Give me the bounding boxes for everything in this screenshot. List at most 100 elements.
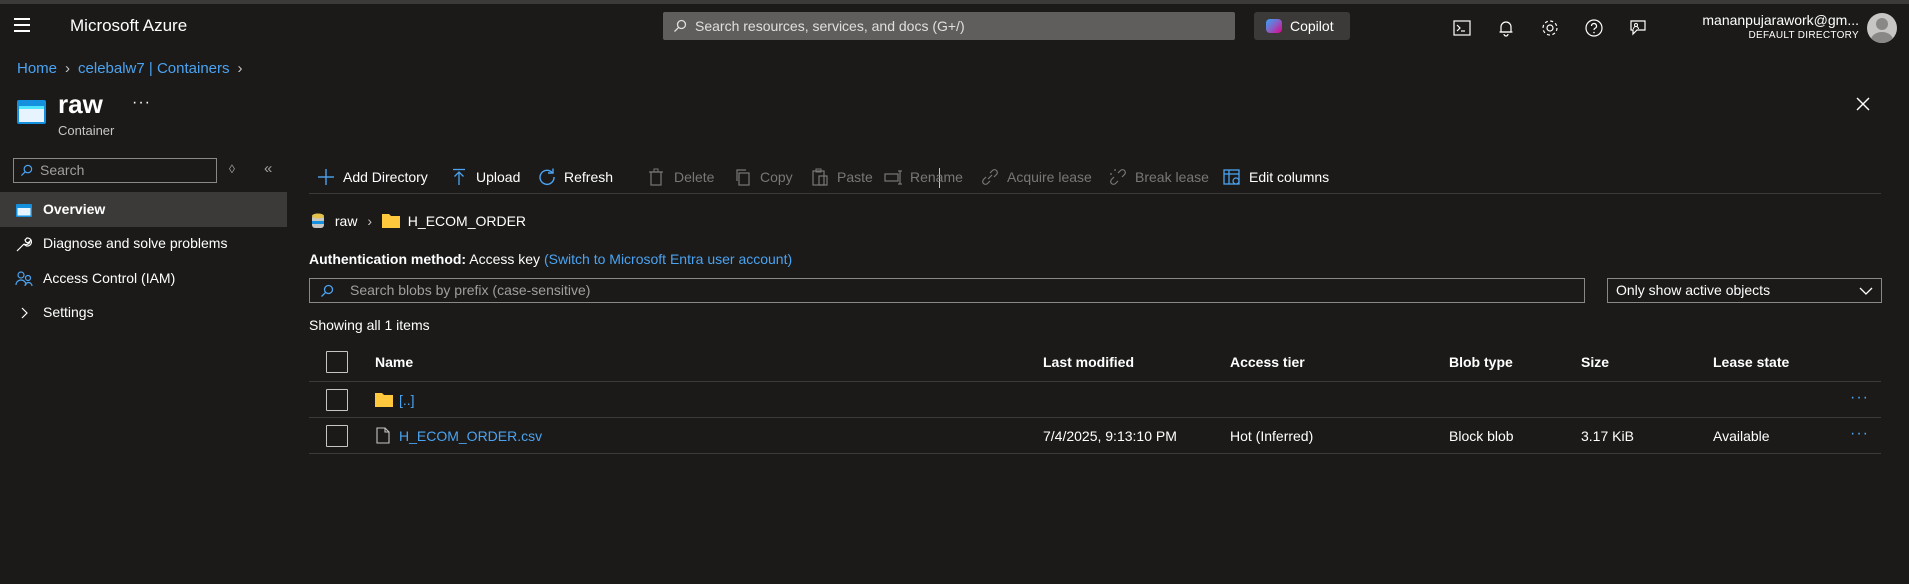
menu-icon[interactable] [14, 18, 30, 32]
dropdown-value: Only show active objects [1616, 282, 1771, 298]
delete-button[interactable]: Delete [648, 166, 714, 188]
container-icon [17, 100, 46, 124]
more-actions-button[interactable]: ··· [132, 94, 151, 112]
sidebar-item-label: Access Control (IAM) [43, 270, 176, 286]
row-more-button[interactable]: ··· [1850, 418, 1869, 450]
row-name-link[interactable]: H_ECOM_ORDER.csv [399, 418, 542, 454]
plus-icon [318, 169, 334, 185]
blob-path: raw › H_ECOM_ORDER [311, 213, 526, 229]
table-row[interactable]: H_ECOM_ORDER.csv 7/4/2025, 9:13:10 PM Ho… [309, 418, 1881, 454]
search-icon [20, 164, 33, 177]
paste-icon [812, 168, 828, 186]
column-header-name[interactable]: Name [375, 342, 413, 382]
row-lease-state: Available [1713, 428, 1770, 444]
people-icon [15, 271, 33, 287]
sidebar-item-label: Settings [43, 304, 94, 320]
upload-label: Upload [476, 169, 521, 185]
rename-icon [884, 170, 902, 185]
folder-icon [381, 214, 400, 228]
search-icon [321, 284, 334, 297]
feedback-icon[interactable] [1628, 18, 1648, 38]
upload-icon [453, 168, 465, 185]
add-directory-button[interactable]: Add Directory [317, 166, 428, 188]
sidebar-item-settings[interactable]: Settings [0, 295, 287, 330]
break-lease-label: Break lease [1135, 169, 1209, 185]
path-folder: H_ECOM_ORDER [407, 213, 527, 229]
column-header-blob-type[interactable]: Blob type [1449, 342, 1513, 382]
file-icon [376, 427, 390, 444]
collapse-sidebar-icon[interactable]: « [264, 160, 272, 177]
chevron-right-icon [21, 307, 28, 319]
search-icon [674, 19, 687, 32]
copilot-button[interactable]: Copilot [1254, 12, 1350, 40]
acquire-lease-button[interactable]: Acquire lease [981, 166, 1092, 188]
copy-icon [736, 169, 750, 186]
upload-button[interactable]: Upload [450, 166, 520, 188]
breadcrumb-containers[interactable]: celebalw7 | Containers [78, 60, 229, 77]
breadcrumb: Home › celebalw7 | Containers › [17, 60, 251, 77]
row-more-button[interactable]: ··· [1850, 382, 1869, 414]
auth-value: Access key [469, 251, 541, 267]
sidebar-item-overview[interactable]: Overview [0, 192, 287, 227]
blob-search-input[interactable]: Search blobs by prefix (case-sensitive) [309, 278, 1585, 303]
copilot-icon [1266, 19, 1282, 33]
column-header-size[interactable]: Size [1581, 342, 1609, 382]
wrench-icon [16, 237, 33, 252]
sidebar-item-iam[interactable]: Access Control (IAM) [0, 261, 287, 296]
user-directory: DEFAULT DIRECTORY [1748, 30, 1859, 41]
items-count: Showing all 1 items [309, 317, 430, 333]
sidebar-item-label: Diagnose and solve problems [43, 235, 228, 251]
global-search-placeholder: Search resources, services, and docs (G+… [695, 18, 965, 34]
select-all-checkbox[interactable] [326, 351, 348, 373]
sort-icon[interactable]: ◊ [229, 162, 235, 176]
break-lease-button[interactable]: Break lease [1109, 166, 1209, 188]
table-row[interactable]: [..] ··· [309, 382, 1881, 418]
refresh-icon [539, 168, 555, 186]
container-db-icon [312, 213, 324, 228]
blob-grid: Name Last modified Access tier Blob type… [309, 342, 1881, 454]
copy-button[interactable]: Copy [734, 166, 793, 188]
row-checkbox[interactable] [326, 425, 348, 447]
acquire-lease-label: Acquire lease [1007, 169, 1092, 185]
cloud-shell-icon[interactable] [1452, 18, 1472, 38]
trash-icon [649, 168, 663, 186]
auth-method: Authentication method: Access key (Switc… [309, 251, 792, 267]
column-header-last-modified[interactable]: Last modified [1043, 342, 1134, 382]
global-search-input[interactable]: Search resources, services, and docs (G+… [663, 12, 1235, 40]
delete-label: Delete [674, 169, 715, 185]
active-objects-dropdown[interactable]: Only show active objects [1607, 278, 1882, 303]
copy-label: Copy [760, 169, 793, 185]
auth-label: Authentication method: [309, 251, 467, 267]
refresh-button[interactable]: Refresh [538, 166, 613, 188]
close-icon[interactable] [1855, 96, 1871, 112]
row-checkbox[interactable] [326, 389, 348, 411]
sidebar-item-diagnose[interactable]: Diagnose and solve problems [0, 226, 287, 261]
row-size: 3.17 KiB [1581, 428, 1634, 444]
row-name-link[interactable]: [..] [399, 382, 415, 418]
folder-icon [375, 393, 393, 407]
column-header-lease-state[interactable]: Lease state [1713, 342, 1789, 382]
chevron-right-icon: › [237, 60, 243, 77]
bell-icon[interactable] [1496, 18, 1516, 38]
paste-button[interactable]: Paste [811, 166, 873, 188]
container-icon [16, 204, 32, 217]
brand-label[interactable]: Microsoft Azure [70, 16, 187, 36]
edit-columns-button[interactable]: Edit columns [1223, 166, 1329, 188]
paste-label: Paste [837, 169, 873, 185]
breadcrumb-home[interactable]: Home [17, 60, 57, 77]
gear-icon[interactable] [1540, 18, 1560, 38]
rename-button[interactable]: Rename [884, 166, 963, 188]
avatar[interactable] [1867, 13, 1897, 43]
link-icon [982, 169, 998, 185]
page-title: raw [58, 89, 103, 119]
column-header-access-tier[interactable]: Access tier [1230, 342, 1305, 382]
copilot-label: Copilot [1290, 18, 1334, 34]
switch-auth-link[interactable]: (Switch to Microsoft Entra user account) [544, 251, 792, 267]
row-last-modified: 7/4/2025, 9:13:10 PM [1043, 428, 1177, 444]
path-root[interactable]: raw [335, 213, 358, 229]
user-email: mananpujarawork@gm... [1702, 12, 1859, 28]
sidebar-search-placeholder: Search [40, 162, 85, 178]
sidebar-search-input[interactable]: Search [13, 158, 217, 183]
account-menu[interactable]: mananpujarawork@gm... DEFAULT DIRECTORY [1702, 12, 1859, 41]
help-icon[interactable] [1584, 18, 1604, 38]
